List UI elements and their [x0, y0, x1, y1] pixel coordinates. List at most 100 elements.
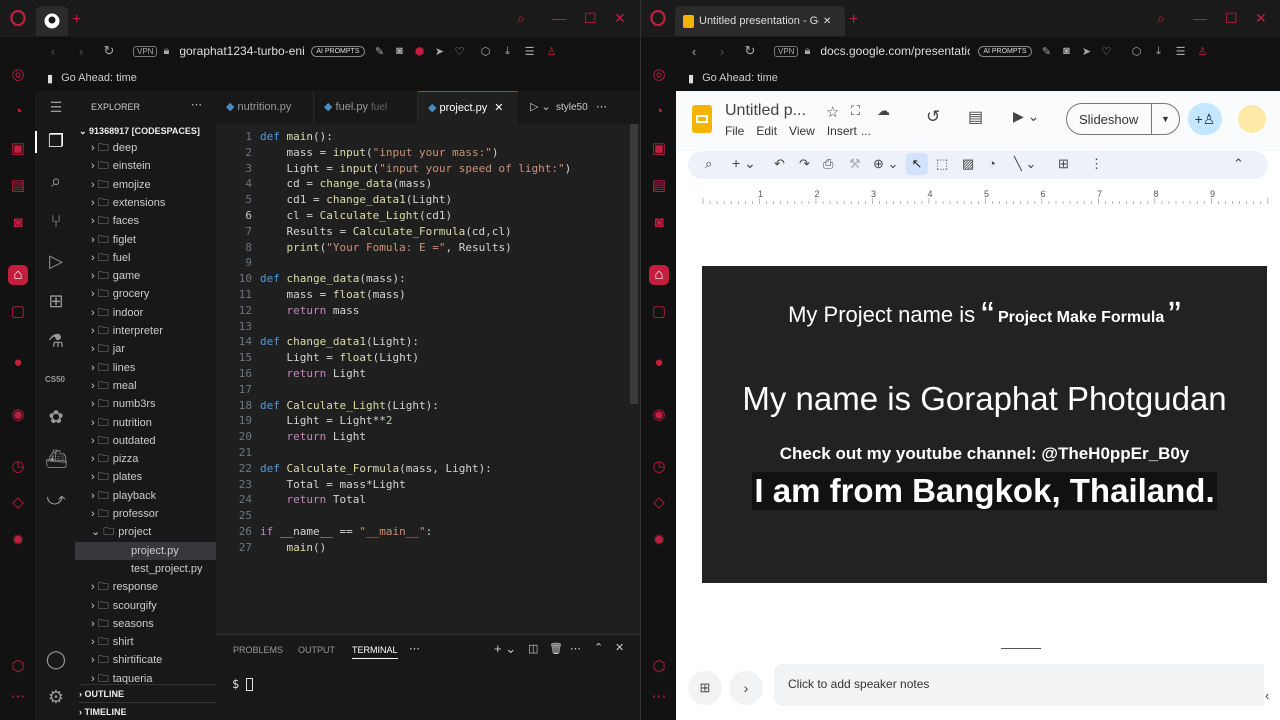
trash-icon[interactable]: 🗑︎: [549, 642, 563, 655]
testing-icon[interactable]: ⚗: [45, 331, 67, 353]
more-icon[interactable]: ⋯: [649, 687, 669, 707]
meet-icon[interactable]: ▶︎ ⌄: [1013, 108, 1039, 125]
twitch-icon[interactable]: ▤: [649, 176, 669, 196]
doc-title[interactable]: Untitled p...: [725, 102, 806, 120]
code-editor[interactable]: 1 def main(): 2 mass = input("input your m…: [216, 124, 628, 634]
folder-item[interactable]: › 🗀︎ indoor: [75, 304, 216, 322]
folder-item[interactable]: › 🗀︎ response: [75, 578, 216, 596]
extensions-view-icon[interactable]: ⊞: [45, 291, 67, 313]
camera-icon[interactable]: ◙: [1060, 45, 1074, 57]
close-tab-icon[interactable]: ✕: [494, 102, 503, 114]
ai-prompts-button[interactable]: AI PROMPTS: [978, 45, 1032, 57]
minimize-icon[interactable]: —: [1193, 10, 1207, 26]
search-icon[interactable]: ⌕: [45, 171, 67, 193]
slides-tab[interactable]: Untitled presentation - Goo ✕: [675, 6, 845, 36]
slideshow-dropdown-icon[interactable]: ▼: [1151, 104, 1179, 134]
cs50-icon[interactable]: CS50: [40, 375, 70, 397]
settings-icon[interactable]: ✹: [8, 531, 28, 551]
easy-setup-icon[interactable]: ☰: [523, 45, 537, 58]
slideshow-button[interactable]: Slideshow ▼: [1066, 103, 1180, 135]
docker-icon[interactable]: ⛴: [45, 449, 68, 471]
download-icon[interactable]: ⤓: [501, 45, 515, 58]
undo-icon[interactable]: ↶: [774, 156, 785, 172]
new-terminal-icon[interactable]: + ⌄: [494, 641, 516, 657]
gamepad-icon[interactable]: ◎: [649, 65, 669, 85]
camera-icon[interactable]: ◙: [393, 45, 407, 57]
history-icon[interactable]: ◷: [649, 457, 669, 477]
player-icon[interactable]: ◉: [8, 405, 28, 425]
folder-item[interactable]: › 🗀︎ extensions: [75, 194, 216, 212]
download-icon[interactable]: ⤓: [1152, 45, 1166, 58]
line-icon[interactable]: ╲ ⌄: [1014, 156, 1036, 172]
send-icon[interactable]: ➤: [433, 45, 447, 58]
slide-canvas[interactable]: My Project name is “Project Make Formula…: [702, 266, 1267, 583]
new-tab-button[interactable]: +: [72, 11, 81, 29]
folder-item[interactable]: › 🗀︎ game: [75, 267, 216, 285]
zoom-icon[interactable]: ⊕ ⌄: [873, 156, 898, 172]
tab-project[interactable]: ◆ project.py ✕: [418, 91, 518, 124]
whatsapp-icon[interactable]: ●: [8, 353, 28, 373]
new-tab-button[interactable]: +: [849, 11, 858, 29]
menu-insert[interactable]: Insert: [827, 124, 857, 138]
twitch-icon[interactable]: ▤: [8, 176, 28, 196]
search-tabs-icon[interactable]: ⌕: [1157, 10, 1165, 27]
side-panel-toggle-icon[interactable]: ‹: [1265, 688, 1269, 703]
run-debug-icon[interactable]: ▷: [45, 251, 67, 273]
folder-item[interactable]: ⌄ 🗀︎ project: [75, 523, 216, 541]
panel-resize-handle[interactable]: [1001, 648, 1041, 649]
speaker-notes[interactable]: Click to add speaker notes: [774, 664, 1264, 706]
folder-item[interactable]: › 🗀︎ plates: [75, 468, 216, 486]
close-panel-icon[interactable]: ✕: [615, 641, 624, 654]
folder-item[interactable]: › 🗀︎ lines: [75, 359, 216, 377]
folder-item[interactable]: › 🗀︎ jar: [75, 340, 216, 358]
duck-icon[interactable]: ✿: [45, 407, 67, 429]
grid-view-icon[interactable]: ⊞: [688, 671, 722, 705]
back-icon[interactable]: ‹: [686, 44, 702, 59]
reload-icon[interactable]: ↻: [742, 43, 758, 59]
tab-fuel[interactable]: ◆ fuel.py fuel: [314, 91, 418, 124]
folder-item[interactable]: › 🗀︎ einstein: [75, 157, 216, 175]
ai-prompts-button[interactable]: AI PROMPTS: [311, 45, 365, 57]
menu-edit[interactable]: Edit: [756, 124, 777, 138]
player-icon[interactable]: ◉: [649, 405, 669, 425]
folder-item[interactable]: › 🗀︎ grocery: [75, 285, 216, 303]
youtube-line[interactable]: Check out my youtube channel: @TheH0ppEr…: [702, 444, 1267, 464]
folder-item[interactable]: › 🗀︎ emojize: [75, 176, 216, 194]
aria-icon[interactable]: ⌂: [649, 265, 669, 285]
history-icon[interactable]: ◷: [8, 457, 28, 477]
tab-problems[interactable]: PROBLEMS: [233, 645, 283, 655]
edit-icon[interactable]: ✎: [1040, 45, 1054, 58]
profile-icon[interactable]: ♙: [1196, 45, 1210, 58]
bookmark-item[interactable]: Go Ahead: time: [61, 72, 137, 84]
instagram-icon[interactable]: ◙: [649, 213, 669, 233]
pin-icon[interactable]: ◇: [8, 493, 28, 513]
forward-icon[interactable]: ›: [73, 44, 89, 59]
whatsapp-icon[interactable]: ●: [649, 353, 669, 373]
star-icon[interactable]: ☆: [826, 103, 839, 121]
editor-scrollbar[interactable]: [630, 124, 638, 404]
image-icon[interactable]: ▨: [962, 156, 974, 172]
cube-icon[interactable]: ⬡: [479, 45, 493, 58]
bag-icon[interactable]: ▣: [8, 139, 28, 159]
select-icon[interactable]: ↖: [906, 153, 928, 175]
editor-more-icon[interactable]: ⋯: [586, 91, 617, 124]
menu-more[interactable]: ...: [861, 124, 871, 138]
heart-icon[interactable]: ♡: [453, 45, 467, 58]
opera-logo-icon[interactable]: [10, 10, 26, 26]
profile-icon[interactable]: ♙: [545, 45, 559, 58]
opera-logo-icon[interactable]: [650, 10, 666, 26]
pin-icon[interactable]: ◇: [649, 493, 669, 513]
outline-section[interactable]: › OUTLINE: [79, 684, 216, 702]
tab-output[interactable]: OUTPUT: [298, 645, 335, 655]
avatar[interactable]: [1238, 105, 1266, 133]
folder-item[interactable]: › 🗀︎ playback: [75, 487, 216, 505]
folder-item[interactable]: › 🗀︎ outdated: [75, 432, 216, 450]
folder-item[interactable]: › 🗀︎ shirt: [75, 633, 216, 651]
manage-gear-icon[interactable]: ⚙: [45, 687, 67, 709]
redo-icon[interactable]: ↷: [799, 156, 810, 172]
bag-icon[interactable]: ▣: [649, 139, 669, 159]
folder-item[interactable]: › 🗀︎ seasons: [75, 615, 216, 633]
more-tools-icon[interactable]: ⋮: [1090, 156, 1103, 172]
project-line[interactable]: My Project name is “Project Make Formula…: [702, 297, 1267, 335]
maximize-icon[interactable]: ☐: [1225, 10, 1238, 27]
